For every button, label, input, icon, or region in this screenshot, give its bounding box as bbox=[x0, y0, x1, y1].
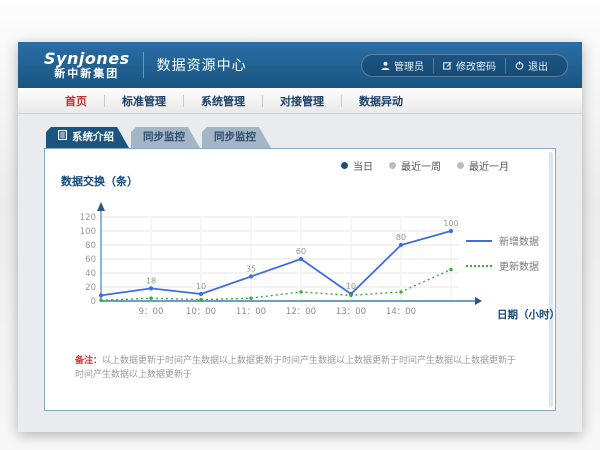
svg-text:100: 100 bbox=[80, 227, 96, 237]
solid-line-icon bbox=[466, 240, 492, 242]
main-nav: 首页 标准管理 系统管理 对接管理 数据异动 bbox=[18, 88, 582, 114]
footnote: 备注：以上数据更新于时间产生数据以上数据更新于时间产生数据以上数据更新于时间产生… bbox=[75, 355, 525, 382]
document-icon bbox=[58, 127, 67, 148]
edit-icon bbox=[443, 61, 452, 70]
radio-unselected-icon bbox=[389, 162, 396, 169]
svg-text:35: 35 bbox=[246, 265, 256, 274]
chart-legend: 新增数据 更新数据 bbox=[466, 233, 539, 283]
y-axis-title: 数据交换（条） bbox=[61, 173, 138, 189]
change-password-label: 修改密码 bbox=[456, 58, 496, 73]
svg-text:18: 18 bbox=[146, 276, 156, 285]
svg-text:11：00: 11：00 bbox=[236, 307, 266, 317]
svg-text:40: 40 bbox=[85, 269, 96, 279]
radio-last-month-label: 最近一月 bbox=[469, 158, 509, 173]
change-password-button[interactable]: 修改密码 bbox=[433, 58, 505, 73]
tab-sync-monitor-1[interactable]: 同步监控 bbox=[131, 127, 200, 148]
svg-text:0: 0 bbox=[91, 297, 96, 307]
svg-text:10: 10 bbox=[196, 282, 206, 291]
nav-item-standard-mgmt[interactable]: 标准管理 bbox=[105, 93, 183, 109]
panel-scrollbar[interactable] bbox=[549, 152, 553, 407]
logout-button[interactable]: 退出 bbox=[505, 58, 557, 73]
radio-selected-icon bbox=[341, 162, 348, 169]
x-axis-title: 日期（小时） bbox=[497, 307, 555, 322]
brand-logo-text: Synjones bbox=[44, 51, 130, 68]
chart-panel: 当日 最近一周 最近一月 数据交换（条） 0 20 40 60 80 100 120 9：00… bbox=[44, 148, 556, 411]
radio-today[interactable]: 当日 bbox=[341, 158, 373, 173]
radio-last-month[interactable]: 最近一月 bbox=[457, 158, 509, 173]
dotted-line-icon bbox=[466, 265, 492, 267]
footnote-text: 以上数据更新于时间产生数据以上数据更新于时间产生数据以上数据更新于时间产生数据以… bbox=[75, 356, 516, 380]
line-chart: 0 20 40 60 80 100 120 9：00 10：00 11：00 12：00 13：00 1… bbox=[71, 195, 491, 331]
svg-text:60: 60 bbox=[85, 255, 96, 265]
app-window: Synjones 新中新集团 数据资源中心 管理员 修改密码 bbox=[18, 42, 582, 432]
footnote-prefix: 备注： bbox=[75, 356, 102, 366]
svg-text:14：00: 14：00 bbox=[386, 307, 416, 317]
svg-text:80: 80 bbox=[85, 241, 96, 251]
svg-text:60: 60 bbox=[296, 247, 306, 256]
admin-user-button[interactable]: 管理员 bbox=[372, 58, 433, 73]
legend-label-update-data: 更新数据 bbox=[499, 258, 539, 273]
user-icon bbox=[381, 61, 390, 70]
svg-text:9：00: 9：00 bbox=[139, 307, 164, 317]
admin-user-label: 管理员 bbox=[394, 58, 424, 73]
svg-text:80: 80 bbox=[396, 233, 406, 242]
tab-bar: 系统介绍 同步监控 同步监控 bbox=[46, 127, 582, 148]
svg-text:100: 100 bbox=[443, 219, 458, 228]
content-area: 系统介绍 同步监控 同步监控 当日 最近一周 最近一月 bbox=[18, 114, 582, 431]
radio-unselected-icon bbox=[457, 162, 464, 169]
legend-item-new-data: 新增数据 bbox=[466, 233, 539, 248]
radio-last-week-label: 最近一周 bbox=[401, 158, 441, 173]
nav-item-home[interactable]: 首页 bbox=[48, 93, 104, 109]
tab-sync-monitor-2[interactable]: 同步监控 bbox=[202, 127, 271, 148]
svg-text:13：00: 13：00 bbox=[336, 307, 366, 317]
nav-item-interface-mgmt[interactable]: 对接管理 bbox=[263, 93, 341, 109]
nav-item-system-mgmt[interactable]: 系统管理 bbox=[184, 93, 262, 109]
logout-icon bbox=[515, 61, 524, 70]
svg-text:10：00: 10：00 bbox=[186, 307, 216, 317]
nav-item-data-change[interactable]: 数据异动 bbox=[342, 93, 420, 109]
svg-text:10: 10 bbox=[346, 282, 356, 291]
legend-label-new-data: 新增数据 bbox=[499, 233, 539, 248]
logout-label: 退出 bbox=[528, 58, 548, 73]
user-toolbar: 管理员 修改密码 退出 bbox=[361, 54, 568, 77]
svg-text:120: 120 bbox=[80, 213, 96, 223]
legend-item-update-data: 更新数据 bbox=[466, 258, 539, 273]
header-divider bbox=[143, 52, 144, 78]
tab-system-intro[interactable]: 系统介绍 bbox=[46, 127, 129, 148]
brand-logo-subtext: 新中新集团 bbox=[44, 68, 130, 80]
page-title: 数据资源中心 bbox=[157, 55, 247, 75]
svg-text:20: 20 bbox=[85, 283, 96, 293]
radio-today-label: 当日 bbox=[353, 158, 373, 173]
time-range-filter: 当日 最近一周 最近一月 bbox=[341, 158, 509, 173]
app-header: Synjones 新中新集团 数据资源中心 管理员 修改密码 bbox=[18, 42, 582, 88]
tab-label: 系统介绍 bbox=[72, 127, 114, 148]
radio-last-week[interactable]: 最近一周 bbox=[389, 158, 441, 173]
svg-text:12：00: 12：00 bbox=[286, 307, 316, 317]
brand-logo: Synjones 新中新集团 bbox=[44, 51, 130, 79]
